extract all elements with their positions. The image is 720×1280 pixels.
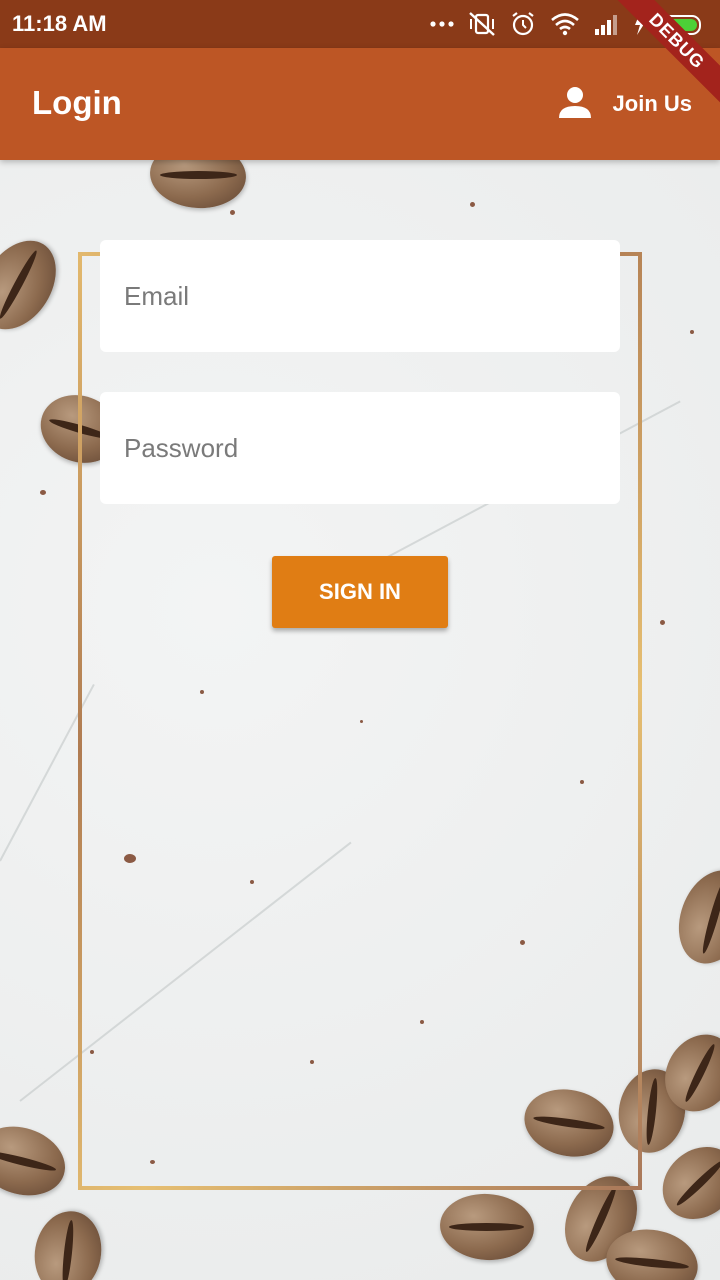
background-texture: SIGN IN	[0, 160, 720, 1280]
coffee-bean-decoration	[0, 226, 72, 344]
join-us-button[interactable]: Join Us	[557, 80, 692, 128]
more-dots-icon	[430, 20, 454, 28]
email-field[interactable]	[100, 240, 620, 352]
wifi-icon	[550, 12, 580, 36]
sign-in-button[interactable]: SIGN IN	[272, 556, 448, 628]
coffee-bean-decoration	[0, 1115, 74, 1207]
join-us-label: Join Us	[612, 91, 692, 116]
person-icon	[557, 84, 593, 125]
page-title: Login	[32, 84, 122, 121]
email-input[interactable]	[124, 280, 620, 312]
coffee-bean-decoration	[666, 860, 720, 974]
alarm-icon	[510, 11, 536, 37]
password-input[interactable]	[124, 432, 620, 464]
coffee-bean-decoration	[437, 1190, 537, 1264]
coffee-bean-decoration	[147, 160, 249, 212]
coffee-bean-decoration	[28, 1205, 108, 1280]
app-bar: Login Join Us	[0, 48, 720, 160]
vibrate-off-icon	[468, 11, 496, 37]
password-field[interactable]	[100, 392, 620, 504]
signal-icon	[594, 13, 620, 35]
status-time: 11:18 AM	[12, 11, 107, 36]
status-bar: 11:18 AM	[0, 0, 720, 48]
